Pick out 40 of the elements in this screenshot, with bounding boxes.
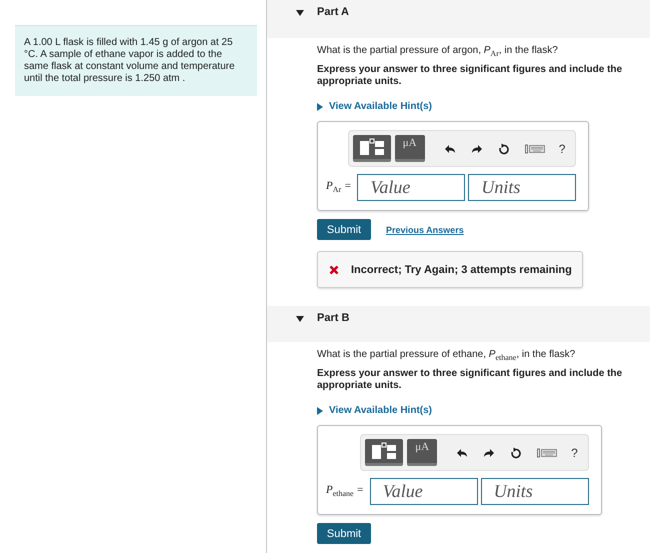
units-button[interactable]: μA bbox=[407, 439, 438, 466]
answer-label: P$_{ethane}$ = bbox=[326, 484, 364, 499]
input-field[interactable]: Units bbox=[480, 478, 589, 505]
problem-text: A 1.00 L flask is filled with 1.45 g of argon at 25 °C. A sample of ethane vapor is added to the same flask at constant volume and temperature until the total pressure is 1.250 atm . bbox=[15, 25, 257, 96]
undo-icon[interactable] bbox=[456, 446, 468, 458]
instruction-text: Express your answer to three significant figures and include the appropriate units. bbox=[317, 368, 624, 392]
input-field[interactable]: Value bbox=[370, 478, 478, 505]
caret-icon bbox=[317, 102, 323, 110]
cross-icon bbox=[329, 264, 339, 274]
answer-label: P$_{Ar}$ = bbox=[326, 180, 352, 195]
instruction-text: Express your answer to three significant figures and include the appropriate units. bbox=[317, 64, 624, 88]
previous-answers-link[interactable]: Previous Answers bbox=[386, 224, 464, 234]
templates-button[interactable] bbox=[352, 135, 391, 162]
caret-icon bbox=[296, 316, 304, 322]
template-icon bbox=[371, 442, 398, 460]
question-text: What is the partial pressure of ethane, P$_{ethane}$, in the flask? bbox=[317, 349, 576, 362]
templates-button[interactable] bbox=[365, 439, 404, 466]
input-field[interactable]: Units bbox=[468, 174, 576, 201]
hint-link[interactable]: View Available Hint(s) bbox=[317, 101, 650, 112]
reset-icon[interactable] bbox=[498, 142, 510, 154]
template-icon bbox=[358, 138, 385, 156]
feedback-text: Incorrect; Try Again; 3 attempts remaining bbox=[351, 264, 572, 276]
input-field[interactable]: Value bbox=[357, 174, 466, 201]
caret-icon bbox=[296, 10, 304, 16]
redo-icon[interactable] bbox=[470, 142, 483, 154]
reset-icon[interactable] bbox=[510, 446, 522, 458]
redo-icon[interactable] bbox=[483, 446, 496, 458]
hint-link[interactable]: View Available Hint(s) bbox=[317, 405, 650, 416]
help-button[interactable]: ? bbox=[558, 142, 566, 156]
caret-icon bbox=[317, 406, 323, 414]
submit-button[interactable]: Submit bbox=[317, 523, 371, 544]
submit-button[interactable]: Submit bbox=[317, 219, 371, 240]
part-header[interactable]: Part B bbox=[267, 306, 650, 342]
part-header[interactable]: Part A bbox=[267, 0, 650, 38]
undo-icon[interactable] bbox=[444, 142, 456, 154]
keyboard-icon[interactable] bbox=[524, 144, 545, 154]
units-button[interactable]: μA bbox=[394, 135, 425, 162]
question-text: What is the partial pressure of argon, P$_{Ar}$, in the flask? bbox=[317, 45, 559, 58]
keyboard-icon[interactable] bbox=[537, 448, 558, 458]
help-button[interactable]: ? bbox=[571, 446, 578, 460]
